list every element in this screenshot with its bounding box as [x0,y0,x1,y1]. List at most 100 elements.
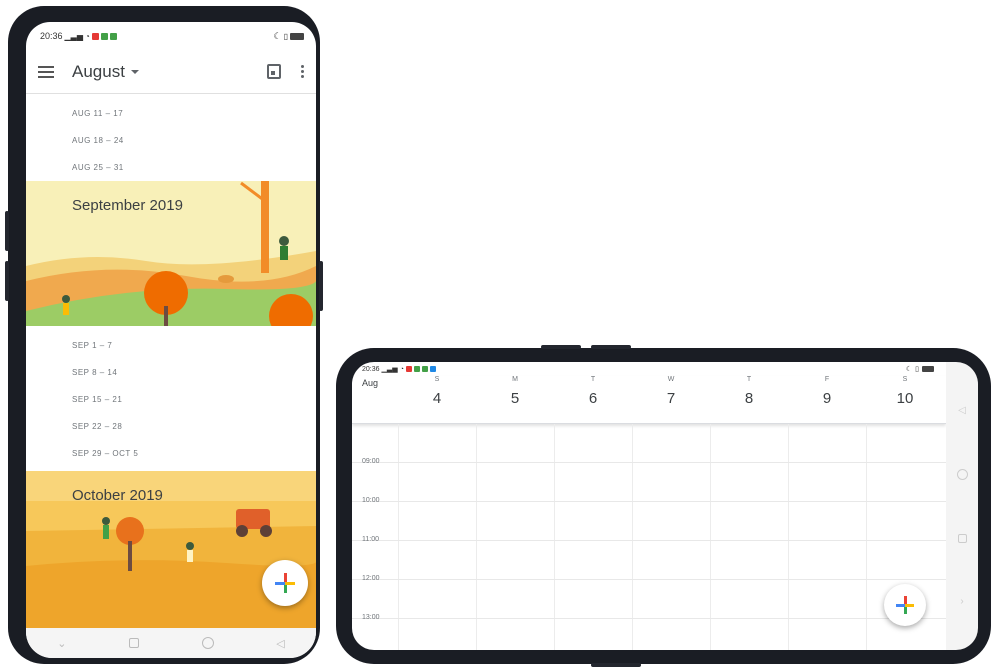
day-column-header[interactable]: S 4 [398,376,476,407]
week-row[interactable]: SEP 1 – 7 [26,332,316,359]
volume-button [5,261,9,301]
day-number: 9 [822,390,832,407]
more-vert-icon[interactable] [301,65,304,78]
add-icon [896,596,914,614]
week-row[interactable]: AUG 18 – 24 [26,127,316,154]
week-row[interactable]: AUG 25 – 31 [26,154,316,181]
hour-line [352,540,946,541]
portrait-phone: 20:36 ▁▃▅ ◔ ☾ ▯ August AUG 11 – 17 AUG 1… [5,6,323,664]
home-icon[interactable] [201,637,214,649]
hour-line [352,579,946,580]
week-row[interactable]: SEP 22 – 28 [26,413,316,440]
power-button [591,663,641,667]
add-icon [275,573,295,593]
status-time: 20:36 [362,365,380,373]
chevron-down-icon[interactable]: ⌄ [57,637,66,650]
system-navigation-bar: ◁ › [946,362,978,650]
signal-icon: ▁▃▅ [381,366,398,373]
september-week-list: SEP 1 – 7 SEP 8 – 14 SEP 15 – 21 SEP 22 … [26,326,316,471]
signal-icon: ▁▃▅ [64,31,83,41]
recents-icon[interactable] [129,638,140,648]
system-navigation-bar: ⌄ ◁ [26,628,316,658]
menu-icon[interactable] [38,65,54,78]
day-divider [554,424,555,650]
day-column-header[interactable]: F 9 [788,376,866,407]
battery-icon [290,32,304,40]
battery-icon [922,366,934,372]
day-letter: T [590,376,596,383]
august-week-list: AUG 11 – 17 AUG 18 – 24 AUG 25 – 31 [26,94,316,181]
back-icon[interactable]: ◁ [958,405,966,416]
september-title: September 2019 [72,197,183,214]
day-number: 5 [510,390,520,407]
calendar-today-icon[interactable] [267,64,281,79]
day-column-header[interactable]: T 6 [554,376,632,407]
day-number: 7 [666,390,676,407]
vibrate-icon: ▯ [915,366,919,373]
day-letter: S [902,376,908,383]
month-title: August [72,61,125,81]
month-selector[interactable]: August [72,62,139,82]
notification-icon [109,32,117,40]
vibrate-icon: ▯ [283,31,288,41]
status-time: 20:36 [40,31,63,41]
day-column-header[interactable]: T 8 [710,376,788,407]
day-letter: M [512,376,518,383]
day-divider [476,424,477,650]
wifi-icon: ◔ [399,365,404,373]
notification-icon [421,366,428,372]
landscape-screen: 20:36 ▁▃▅ ◔ ☾ ▯ Aug S 4 M 5 T 6 W 7 T 8 … [352,362,946,650]
day-number: 10 [896,390,914,407]
power-button [319,261,323,311]
week-row[interactable]: SEP 8 – 14 [26,359,316,386]
day-letter: W [667,376,675,383]
day-number: 4 [432,390,442,407]
week-row[interactable]: SEP 15 – 21 [26,386,316,413]
wifi-icon: ◔ [85,31,90,41]
day-letter: F [824,376,830,383]
chevron-right-icon[interactable]: › [960,596,963,607]
status-bar: 20:36 ▁▃▅ ◔ ☾ ▯ [26,22,316,50]
moon-icon: ☾ [273,30,282,41]
landscape-phone: 20:36 ▁▃▅ ◔ ☾ ▯ Aug S 4 M 5 T 6 W 7 T 8 … [336,345,991,667]
day-column-header[interactable]: W 7 [632,376,710,407]
moon-icon: ☾ [905,366,913,373]
week-time-grid[interactable]: 09:00 10:00 11:00 12:00 13:00 [352,424,946,650]
day-divider [866,424,867,650]
volume-button [591,345,631,349]
hour-label: 13:00 [362,614,380,621]
notification-icon [413,366,420,372]
day-column-header[interactable]: S 10 [866,376,944,407]
hour-line [352,462,946,463]
week-row[interactable]: AUG 11 – 17 [26,100,316,127]
week-header: Aug S 4 M 5 T 6 W 7 T 8 F 9 S 10 [352,376,946,424]
volume-button [541,345,581,349]
hour-line [352,618,946,619]
notification-icon [429,366,436,372]
month-label: Aug [362,378,379,388]
day-divider [632,424,633,650]
recents-icon[interactable] [957,533,967,543]
day-divider [788,424,789,650]
home-icon[interactable] [956,469,968,481]
day-divider [398,424,399,650]
app-bar: August [26,50,316,94]
october-illustration [26,471,316,631]
hour-label: 10:00 [362,497,380,504]
back-icon[interactable]: ◁ [276,637,284,650]
portrait-screen: 20:36 ▁▃▅ ◔ ☾ ▯ August AUG 11 – 17 AUG 1… [26,22,316,658]
day-number: 6 [588,390,598,407]
day-divider [710,424,711,650]
add-event-button[interactable] [884,584,926,626]
add-event-button[interactable] [262,560,308,606]
october-banner: October 2019 [26,471,316,631]
september-banner: September 2019 [26,181,316,326]
day-letter: T [746,376,752,383]
day-column-header[interactable]: M 5 [476,376,554,407]
october-title: October 2019 [72,487,163,504]
week-row[interactable]: SEP 29 – OCT 5 [26,440,316,467]
notification-icon [405,366,412,372]
dropdown-caret-icon [130,69,139,74]
day-letter: S [434,376,440,383]
hour-label: 12:00 [362,575,380,582]
